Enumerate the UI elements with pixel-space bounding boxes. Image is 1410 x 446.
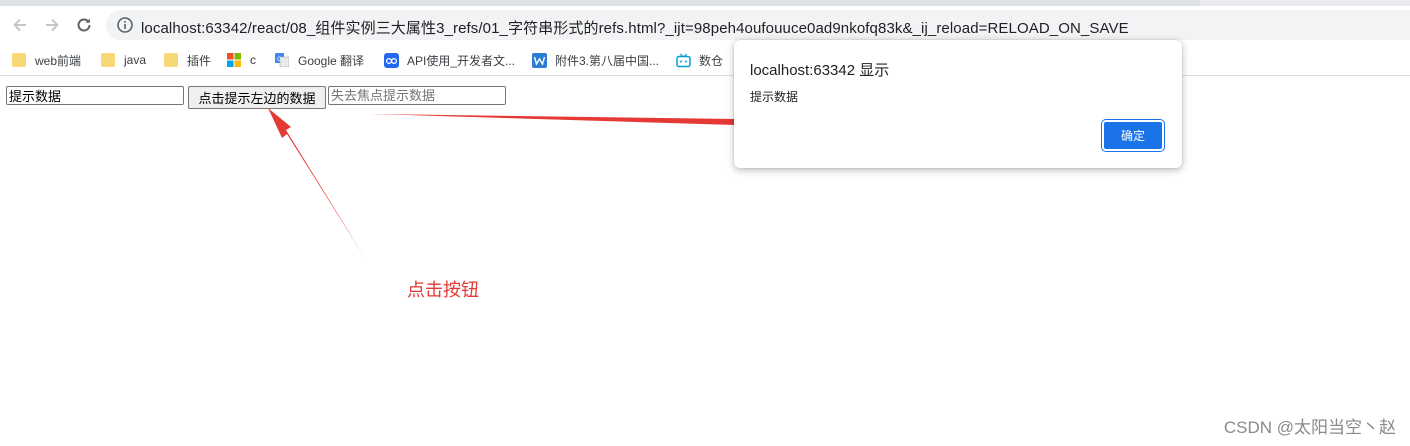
- arrow-to-dialog: [371, 113, 751, 131]
- arrow-to-button: [268, 108, 365, 258]
- alert-dialog: localhost:63342 显示 提示数据 确定: [734, 40, 1182, 168]
- annotation-arrows: [268, 108, 751, 258]
- dialog-message: 提示数据: [750, 90, 799, 104]
- dialog-ok-button[interactable]: 确定: [1102, 120, 1164, 151]
- annotation-click-button: 点击按钮: [407, 280, 479, 300]
- watermark: CSDN @太阳当空丶赵: [1223, 418, 1396, 437]
- dialog-title: localhost:63342 显示: [750, 62, 890, 79]
